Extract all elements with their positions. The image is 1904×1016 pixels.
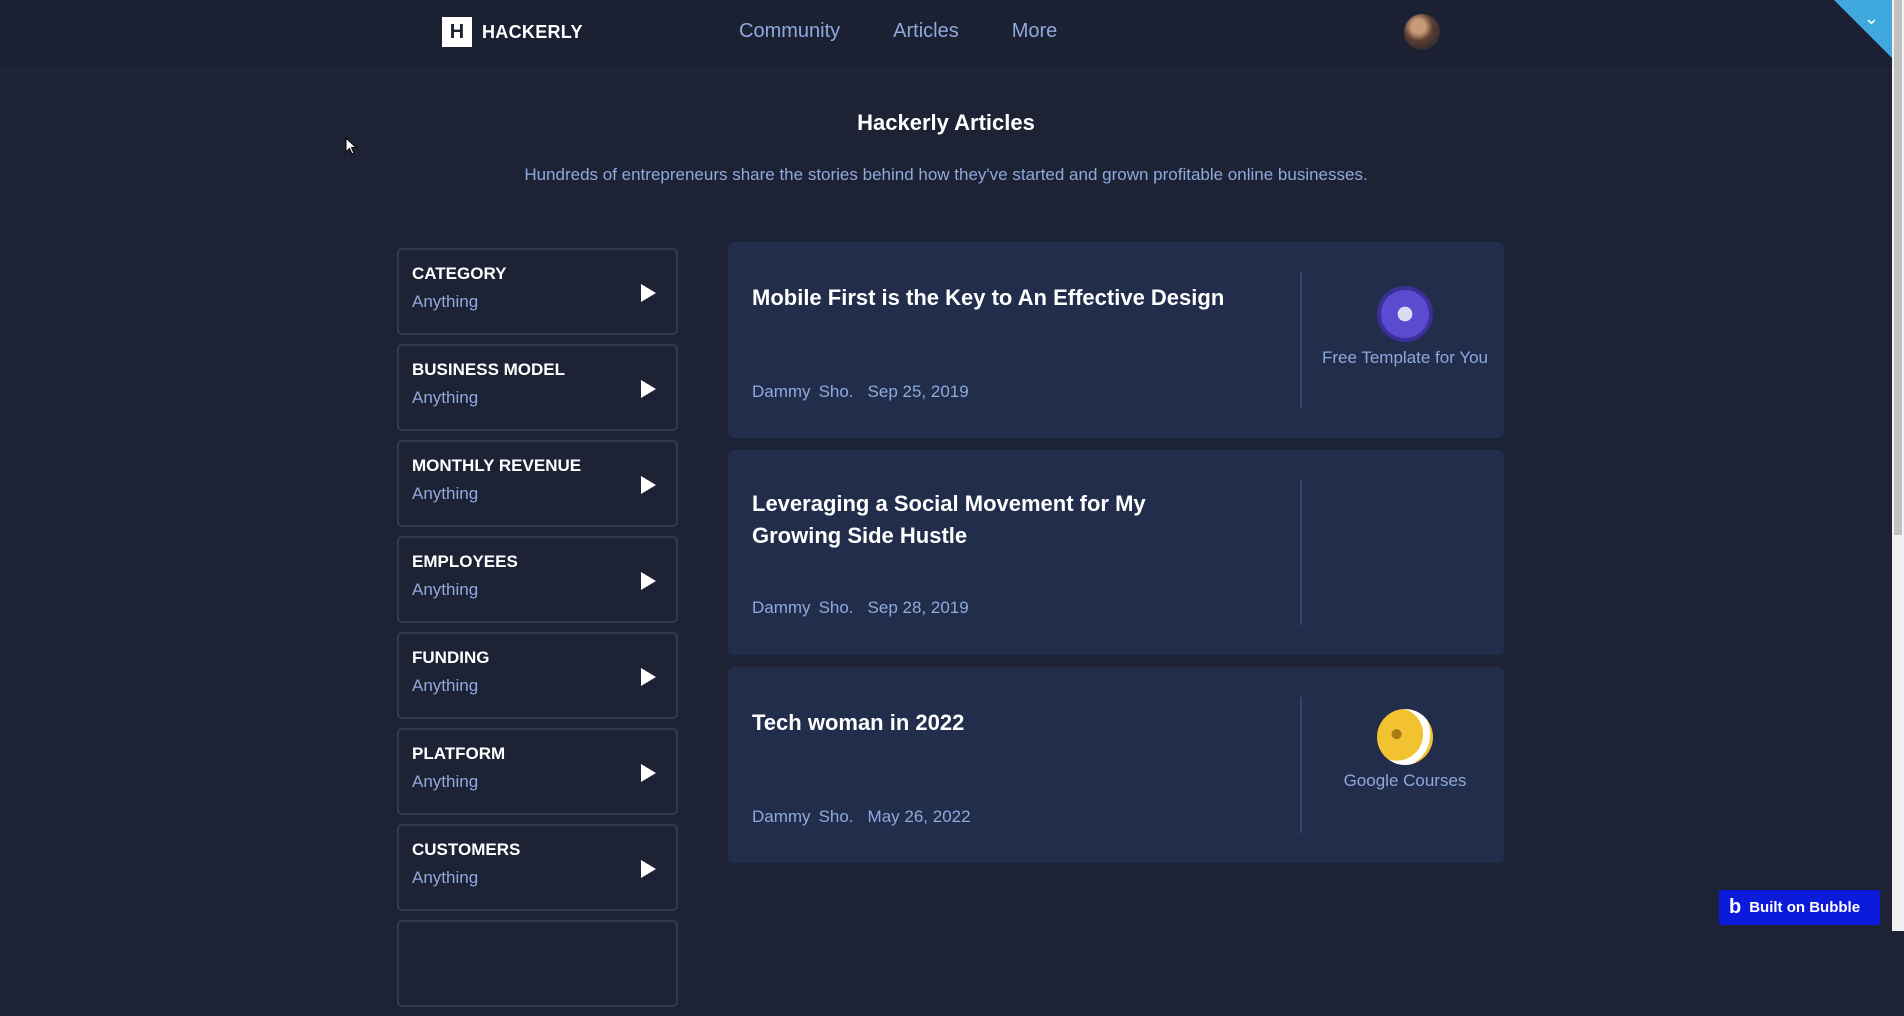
brand-name: HACKERLY — [482, 21, 583, 42]
filter-value: Anything — [412, 484, 479, 503]
chevron-down-icon: ⌄ — [1863, 8, 1879, 28]
filter-value: Anything — [412, 292, 479, 311]
badge-label: Built on Bubble — [1749, 899, 1861, 916]
card-divider — [1300, 480, 1302, 625]
nav-articles[interactable]: Articles — [893, 20, 959, 43]
nav-more[interactable]: More — [1012, 20, 1058, 43]
author-last-name: Sho. — [818, 807, 854, 826]
play-arrow-icon — [641, 668, 656, 686]
main-nav: Community Articles More — [739, 20, 1110, 43]
article-date: May 26, 2022 — [867, 807, 971, 826]
filter-value: Anything — [412, 868, 479, 887]
card-divider — [1300, 697, 1302, 833]
user-avatar[interactable] — [1404, 14, 1440, 50]
article-title[interactable]: Tech woman in 2022 — [752, 707, 1232, 739]
template-thumbnail-icon — [1377, 286, 1433, 342]
page-subtitle: Hundreds of entrepreneurs share the stor… — [524, 165, 1368, 184]
filter-title: CUSTOMERS — [412, 840, 521, 859]
article-side-promo[interactable]: Google Courses — [1306, 709, 1504, 789]
author-first-name: Dammy — [752, 382, 811, 401]
filter-category[interactable]: CATEGORY Anything — [397, 248, 678, 335]
page-title: Hackerly Articles — [857, 110, 1035, 135]
mouse-cursor-icon — [345, 137, 358, 155]
courses-thumbnail-icon — [1377, 709, 1433, 765]
article-date: Sep 25, 2019 — [867, 382, 969, 401]
article-card[interactable]: Mobile First is the Key to An Effective … — [728, 242, 1504, 438]
filter-value: Anything — [412, 676, 479, 695]
author-first-name: Dammy — [752, 598, 811, 617]
filter-business-model[interactable]: BUSINESS MODEL Anything — [397, 344, 678, 431]
article-list: Mobile First is the Key to An Effective … — [728, 242, 1504, 875]
filter-title: EMPLOYEES — [412, 552, 518, 571]
scrollbar-thumb[interactable] — [1894, 0, 1902, 535]
article-card[interactable]: Leveraging a Social Movement for My Grow… — [728, 450, 1504, 655]
article-title[interactable]: Mobile First is the Key to An Effective … — [752, 282, 1232, 314]
play-arrow-icon — [641, 860, 656, 878]
filter-title: FUNDING — [412, 648, 490, 667]
filter-value: Anything — [412, 388, 479, 407]
filter-customers[interactable]: CUSTOMERS Anything — [397, 824, 678, 911]
play-arrow-icon — [641, 572, 656, 590]
article-title[interactable]: Leveraging a Social Movement for My Grow… — [752, 488, 1232, 552]
filter-employees[interactable]: EMPLOYEES Anything — [397, 536, 678, 623]
scrollbar[interactable] — [1892, 0, 1904, 931]
filter-title: BUSINESS MODEL — [412, 360, 566, 379]
filter-value: Anything — [412, 580, 479, 599]
logo-mark: H — [442, 17, 472, 47]
article-meta: Dammy Sho. Sep 28, 2019 — [752, 598, 983, 618]
built-on-bubble-badge[interactable]: b Built on Bubble — [1719, 890, 1880, 925]
play-arrow-icon — [641, 284, 656, 302]
side-label: Google Courses — [1343, 771, 1467, 790]
filter-title: CATEGORY — [412, 264, 507, 283]
article-meta: Dammy Sho. Sep 25, 2019 — [752, 382, 983, 402]
bubble-logo-icon: b — [1729, 896, 1742, 918]
play-arrow-icon — [641, 476, 656, 494]
top-navbar: H HACKERLY Community Articles More — [0, 0, 1904, 71]
article-meta: Dammy Sho. May 26, 2022 — [752, 807, 985, 827]
play-arrow-icon — [641, 764, 656, 782]
filter-next-partial[interactable] — [397, 920, 678, 1007]
play-arrow-icon — [641, 380, 656, 398]
author-last-name: Sho. — [818, 598, 854, 617]
article-date: Sep 28, 2019 — [867, 598, 969, 617]
filter-monthly-revenue[interactable]: MONTHLY REVENUE Anything — [397, 440, 678, 527]
nav-community[interactable]: Community — [739, 20, 840, 43]
author-last-name: Sho. — [818, 382, 854, 401]
filter-funding[interactable]: FUNDING Anything — [397, 632, 678, 719]
filter-title: MONTHLY REVENUE — [412, 456, 582, 475]
filter-platform[interactable]: PLATFORM Anything — [397, 728, 678, 815]
article-card[interactable]: Tech woman in 2022 Dammy Sho. May 26, 2022… — [728, 667, 1504, 863]
filter-sidebar: CATEGORY Anything BUSINESS MODEL Anythin… — [397, 248, 678, 1016]
filter-title: PLATFORM — [412, 744, 506, 763]
filter-value: Anything — [412, 772, 479, 791]
author-first-name: Dammy — [752, 807, 811, 826]
article-side-promo[interactable]: Free Template for You — [1306, 286, 1504, 366]
side-label: Free Template for You — [1321, 348, 1488, 367]
brand-logo[interactable]: H HACKERLY — [442, 17, 583, 47]
card-divider — [1300, 272, 1302, 408]
